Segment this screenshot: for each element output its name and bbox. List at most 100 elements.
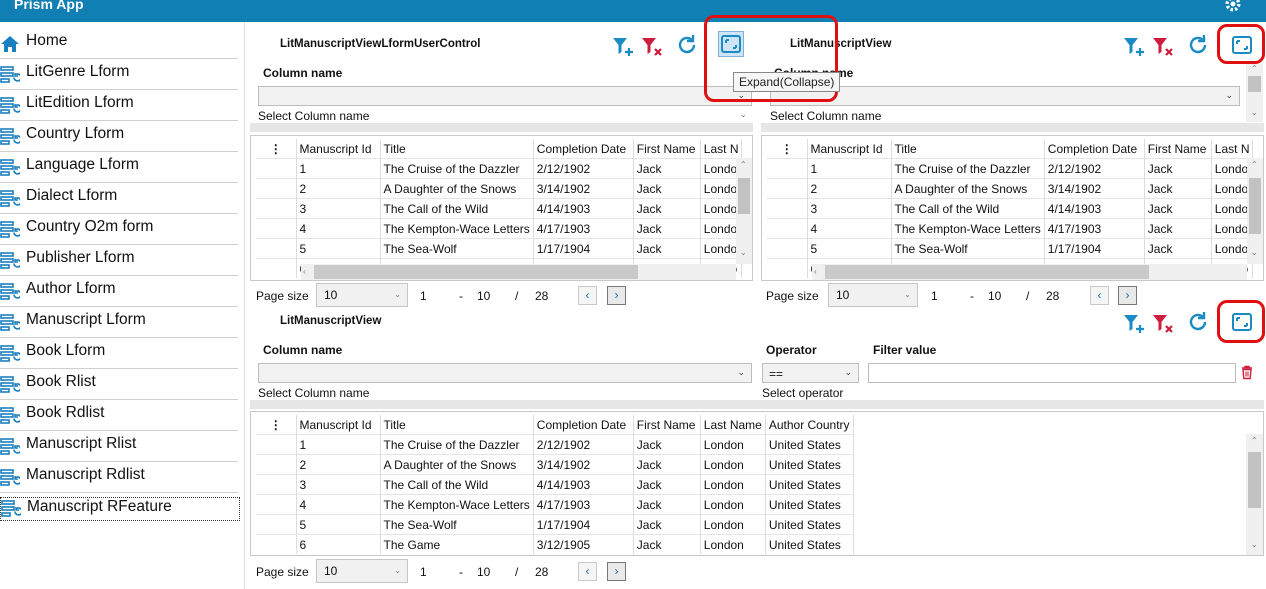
- chevron-left-icon[interactable]: ‹: [814, 267, 817, 276]
- table-row[interactable]: 3 The Call of the Wild 4/14/1903 Jack London…: [256, 474, 854, 495]
- prev-page-button[interactable]: ‹: [578, 286, 597, 305]
- table-row[interactable]: 3 The Call of the Wild 4/14/1903 Jack Londo: [767, 198, 1254, 219]
- table-row[interactable]: 1 The Cruise of the Dazzler 2/12/1902 Jack L…: [256, 158, 743, 179]
- sidebar-item-manuscript-rfeature[interactable]: Manuscript RFeature: [0, 497, 240, 521]
- column-header[interactable]: First Name: [1144, 139, 1212, 159]
- page-size-select[interactable]: 10 ⌄: [316, 283, 408, 307]
- table-row[interactable]: 5 The Sea-Wolf 1/17/1904 Jack Londo: [256, 238, 743, 259]
- chevron-down-icon[interactable]: ⌄: [1251, 540, 1258, 549]
- page-size-select[interactable]: 10 ⌄: [316, 559, 408, 583]
- column-header[interactable]: First Name: [633, 139, 701, 159]
- vertical-scrollbar[interactable]: ⌃ ⌄: [736, 158, 752, 264]
- scroll-thumb[interactable]: [1249, 178, 1261, 234]
- column-header[interactable]: Manuscript Id: [296, 415, 381, 435]
- column-header[interactable]: Manuscript Id: [296, 139, 381, 159]
- sidebar-item-book-rlist[interactable]: Book Rlist: [0, 369, 238, 400]
- scroll-thumb[interactable]: [1248, 452, 1261, 508]
- table-row[interactable]: 2A Daughter of the Snows 3/14/1902 Jack Lon…: [767, 178, 1254, 199]
- add-filter-icon[interactable]: [1122, 34, 1146, 58]
- table-row[interactable]: 5 The Sea-Wolf 1/17/1904 Jack Londo: [767, 238, 1254, 259]
- splitter[interactable]: [250, 123, 753, 132]
- page-size-select[interactable]: 10 ⌄: [828, 283, 918, 307]
- table-row[interactable]: 1 The Cruise of the Dazzler 2/12/1902 Jack L…: [767, 158, 1254, 179]
- trash-icon[interactable]: [1240, 365, 1254, 380]
- next-page-button[interactable]: ›: [1118, 286, 1137, 305]
- column-menu-icon[interactable]: ⋮: [256, 415, 297, 435]
- column-header[interactable]: Completion Date: [1044, 139, 1145, 159]
- column-header[interactable]: Title: [380, 415, 534, 435]
- sidebar-item-litgenre-lform[interactable]: LitGenre Lform: [0, 59, 238, 90]
- sidebar-item-publisher-lform[interactable]: Publisher Lform: [0, 245, 238, 276]
- filter-value-input[interactable]: [868, 363, 1236, 383]
- column-menu-icon[interactable]: ⋮: [767, 139, 808, 159]
- table-row[interactable]: 1 The Cruise of the Dazzler 2/12/1902 Jack L…: [256, 434, 854, 455]
- sidebar-item-country-lform[interactable]: Country Lform: [0, 121, 238, 152]
- chevron-down-icon[interactable]: ⌄: [740, 248, 747, 257]
- sidebar-item-book-rdlist[interactable]: Book Rdlist: [0, 400, 238, 431]
- horizontal-scrollbar[interactable]: ‹: [812, 264, 1247, 280]
- scroll-thumb[interactable]: [314, 265, 638, 279]
- next-page-button[interactable]: ›: [607, 286, 626, 305]
- prev-page-button[interactable]: ‹: [1090, 286, 1109, 305]
- next-page-button[interactable]: ›: [607, 562, 626, 581]
- chevron-up-icon[interactable]: ⌃: [1251, 160, 1258, 169]
- column-header[interactable]: Title: [891, 139, 1045, 159]
- sidebar-item-manuscript-rdlist[interactable]: Manuscript Rdlist: [0, 462, 238, 493]
- table-row[interactable]: 6 The Game 3/12/1905 Jack London United State…: [256, 534, 854, 554]
- column-name-select[interactable]: ⌄: [258, 86, 752, 106]
- prev-page-button[interactable]: ‹: [578, 562, 597, 581]
- sidebar-item-home[interactable]: Home: [0, 28, 238, 59]
- splitter[interactable]: [761, 123, 1264, 132]
- sidebar-item-book-lform[interactable]: Book Lform: [0, 338, 238, 369]
- chevron-down-icon[interactable]: ⌄: [1251, 248, 1258, 257]
- sidebar-item-manuscript-rlist[interactable]: Manuscript Rlist: [0, 431, 238, 462]
- table-row[interactable]: 2A Daughter of the Snows 3/14/1902 Jack Lon…: [256, 454, 854, 475]
- column-header[interactable]: Completion Date: [533, 139, 634, 159]
- sidebar-item-dialect-lform[interactable]: Dialect Lform: [0, 183, 238, 214]
- horizontal-scrollbar[interactable]: ‹: [301, 264, 736, 280]
- operator-select[interactable]: == ⌄: [762, 363, 859, 383]
- column-menu-icon[interactable]: ⋮: [256, 139, 297, 159]
- table-row[interactable]: 5 The Sea-Wolf 1/17/1904 Jack London United S…: [256, 514, 854, 535]
- vertical-scrollbar[interactable]: ⌃ ⌄: [1246, 434, 1263, 555]
- scroll-thumb[interactable]: [825, 265, 1149, 279]
- chevron-up-icon[interactable]: ⌃: [1251, 436, 1258, 445]
- chevron-up-icon[interactable]: ⌃: [740, 160, 747, 169]
- refresh-icon[interactable]: [1186, 310, 1210, 334]
- column-name-select[interactable]: ⌄: [258, 363, 752, 383]
- add-filter-icon[interactable]: [611, 34, 635, 58]
- table-row[interactable]: 3 The Call of the Wild 4/14/1903 Jack Londo: [256, 198, 743, 219]
- gear-icon[interactable]: [1222, 0, 1244, 14]
- vertical-scrollbar[interactable]: ⌃ ⌄: [1246, 64, 1263, 122]
- refresh-icon[interactable]: [1186, 33, 1210, 57]
- splitter[interactable]: [250, 400, 1264, 409]
- chevron-down-icon[interactable]: ⌄: [740, 110, 747, 119]
- clear-filter-icon[interactable]: [1151, 311, 1175, 335]
- chevron-down-icon[interactable]: ⌄: [1251, 108, 1258, 117]
- column-name-select[interactable]: ⌄: [770, 86, 1240, 106]
- add-filter-icon[interactable]: [1122, 311, 1146, 335]
- chevron-up-icon[interactable]: ⌃: [1251, 64, 1258, 73]
- chevron-left-icon[interactable]: ‹: [303, 267, 306, 276]
- scroll-thumb[interactable]: [1248, 76, 1261, 92]
- column-header[interactable]: Last Name: [700, 415, 766, 435]
- sidebar-item-manuscript-lform[interactable]: Manuscript Lform: [0, 307, 238, 338]
- table-row[interactable]: 4 The Kempton-Wace Letters 4/17/1903 Jack Lo…: [256, 494, 854, 515]
- vertical-scrollbar[interactable]: ⌃ ⌄: [1247, 158, 1263, 264]
- sidebar-item-author-lform[interactable]: Author Lform: [0, 276, 238, 307]
- table-row[interactable]: 4 The Kempton-Wace Letters 4/17/1903 Jack Lo…: [767, 218, 1254, 239]
- scroll-thumb[interactable]: [738, 178, 750, 214]
- column-header[interactable]: Title: [380, 139, 534, 159]
- sidebar-item-country-o2m-form[interactable]: Country O2m form: [0, 214, 238, 245]
- column-header[interactable]: Completion Date: [533, 415, 634, 435]
- column-header[interactable]: Last N: [1211, 139, 1254, 159]
- column-header[interactable]: First Name: [633, 415, 701, 435]
- clear-filter-icon[interactable]: [640, 34, 664, 58]
- column-header[interactable]: Last N: [700, 139, 743, 159]
- sidebar-item-litedition-lform[interactable]: LitEdition Lform: [0, 90, 238, 121]
- table-row[interactable]: 4 The Kempton-Wace Letters 4/17/1903 Jack Lo…: [256, 218, 743, 239]
- sidebar-item-language-lform[interactable]: Language Lform: [0, 152, 238, 183]
- refresh-icon[interactable]: [675, 33, 699, 57]
- clear-filter-icon[interactable]: [1151, 34, 1175, 58]
- table-row[interactable]: 2A Daughter of the Snows 3/14/1902 Jack Lon…: [256, 178, 743, 199]
